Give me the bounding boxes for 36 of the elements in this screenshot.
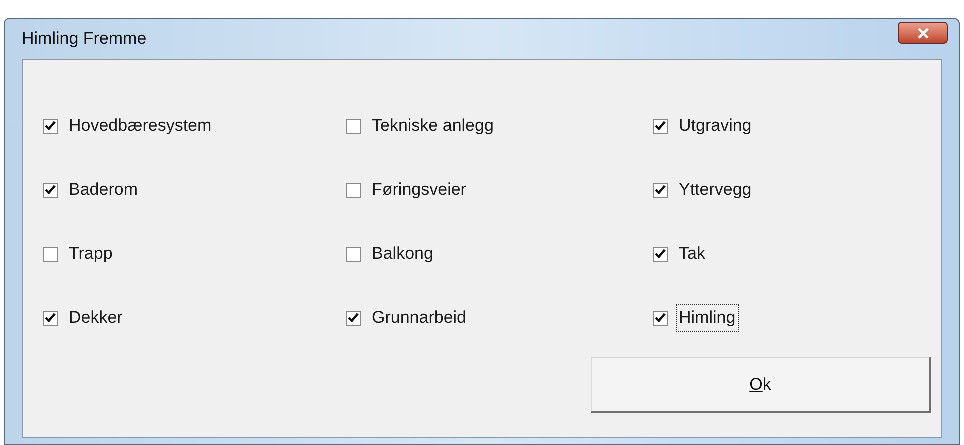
checkbox-label: Grunnarbeid bbox=[371, 307, 468, 330]
checkbox-label: Baderom bbox=[68, 179, 139, 202]
checkbox-label: Balkong bbox=[371, 243, 434, 266]
checkbox-label: Utgraving bbox=[678, 115, 753, 138]
checkmark-icon bbox=[45, 185, 56, 195]
checkbox[interactable] bbox=[43, 182, 58, 198]
checkmark-icon bbox=[655, 121, 666, 131]
checkbox-label: Himling bbox=[677, 305, 738, 331]
checkbox[interactable] bbox=[653, 310, 668, 326]
checkmark-icon bbox=[655, 249, 666, 259]
checkbox-label: Hovedbæresystem bbox=[68, 115, 213, 138]
checkmark-icon bbox=[45, 313, 56, 323]
checkbox[interactable] bbox=[346, 182, 361, 198]
checkbox[interactable] bbox=[653, 118, 668, 134]
checkmark-icon bbox=[655, 313, 666, 323]
close-icon bbox=[916, 28, 930, 38]
checkbox[interactable] bbox=[346, 246, 361, 262]
checkbox[interactable] bbox=[346, 310, 361, 326]
checkbox-label: Tekniske anlegg bbox=[371, 115, 495, 138]
checkbox[interactable] bbox=[43, 246, 58, 262]
checkbox-label: Dekker bbox=[68, 307, 124, 330]
close-button[interactable] bbox=[898, 22, 948, 44]
checkbox[interactable] bbox=[653, 182, 668, 198]
checkmark-icon bbox=[348, 313, 359, 323]
checkbox-label: Føringsveier bbox=[371, 179, 468, 202]
checkbox-label: Trapp bbox=[68, 243, 114, 266]
checkbox-label: Tak bbox=[678, 243, 706, 266]
checkbox-label: Yttervegg bbox=[678, 179, 753, 202]
ok-button[interactable]: Ok bbox=[591, 357, 931, 413]
checkmark-icon bbox=[45, 121, 56, 131]
checkbox[interactable] bbox=[346, 118, 361, 134]
checkbox[interactable] bbox=[43, 310, 58, 326]
checkbox[interactable] bbox=[43, 118, 58, 134]
window-title: Himling Fremme bbox=[22, 28, 147, 50]
checkmark-icon bbox=[655, 185, 666, 195]
checkbox[interactable] bbox=[653, 246, 668, 262]
